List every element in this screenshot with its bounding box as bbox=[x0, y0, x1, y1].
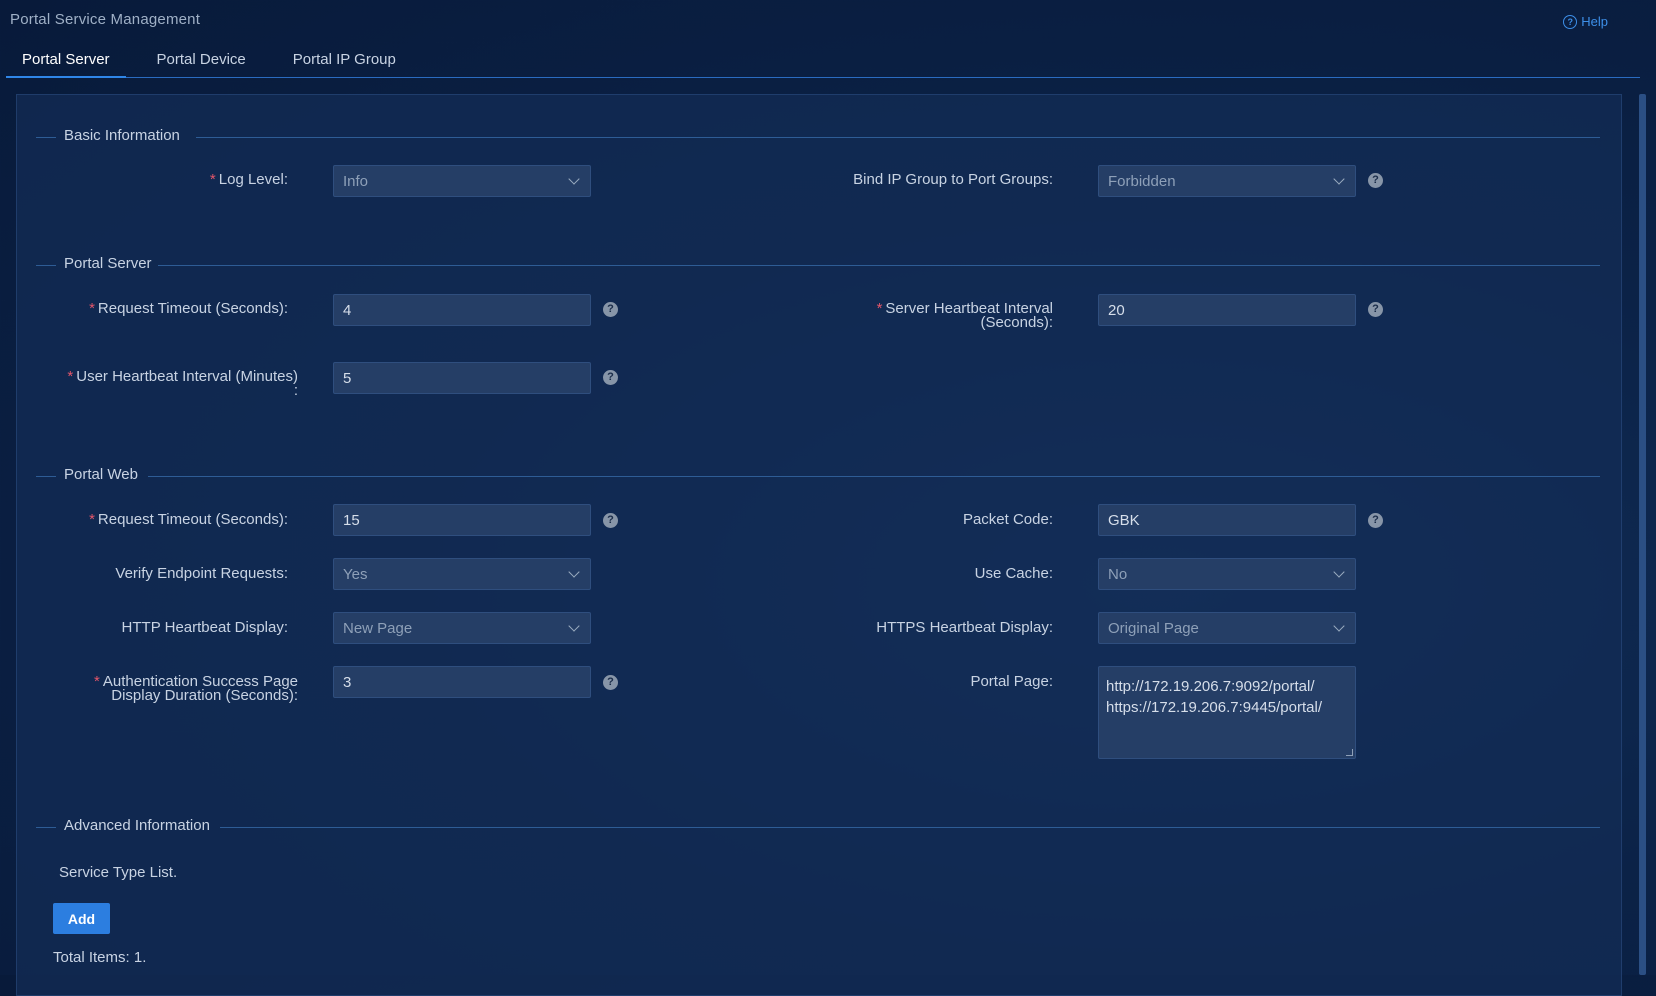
tab-portal-device[interactable]: Portal Device bbox=[141, 43, 262, 76]
help-circle-icon: ? bbox=[1563, 14, 1578, 29]
section-title: Portal Web bbox=[64, 466, 138, 483]
form-panel bbox=[16, 94, 1622, 996]
tab-bar: Portal Server Portal Device Portal IP Gr… bbox=[6, 43, 1640, 78]
chevron-down-icon bbox=[1333, 173, 1345, 185]
http-heartbeat-select[interactable]: New Page bbox=[333, 612, 591, 644]
web-request-timeout-label: * Request Timeout (Seconds): bbox=[89, 511, 288, 528]
help-tooltip-icon[interactable]: ? bbox=[1368, 513, 1383, 528]
server-heartbeat-input[interactable]: 20 bbox=[1098, 294, 1356, 326]
bind-ip-group-select[interactable]: Forbidden bbox=[1098, 165, 1356, 197]
server-request-timeout-input[interactable]: 4 bbox=[333, 294, 591, 326]
server-heartbeat-label: * Server Heartbeat Interval (Seconds): bbox=[876, 300, 1053, 331]
section-portal-server: Portal Server bbox=[36, 255, 1600, 275]
section-title: Basic Information bbox=[64, 127, 180, 144]
packet-code-label: Packet Code: bbox=[962, 511, 1053, 528]
web-request-timeout-input[interactable]: 15 bbox=[333, 504, 591, 536]
tab-portal-ip-group[interactable]: Portal IP Group bbox=[277, 43, 412, 76]
https-heartbeat-label: HTTPS Heartbeat Display: bbox=[876, 619, 1053, 636]
use-cache-label: Use Cache: bbox=[974, 565, 1053, 582]
section-portal-web: Portal Web bbox=[36, 466, 1600, 486]
section-title: Advanced Information bbox=[64, 817, 210, 834]
chevron-down-icon bbox=[1333, 620, 1345, 632]
help-tooltip-icon[interactable]: ? bbox=[1368, 173, 1383, 188]
log-level-label: * Log Level: bbox=[209, 171, 288, 188]
portal-page-textarea[interactable]: http://172.19.206.7:9092/portal/ https:/… bbox=[1098, 666, 1356, 759]
section-advanced-information: Advanced Information bbox=[36, 817, 1600, 837]
resize-handle-icon[interactable] bbox=[1346, 749, 1353, 756]
verify-endpoint-select[interactable]: Yes bbox=[333, 558, 591, 590]
help-tooltip-icon[interactable]: ? bbox=[1368, 302, 1383, 317]
user-heartbeat-input[interactable]: 5 bbox=[333, 362, 591, 394]
chevron-down-icon bbox=[568, 173, 580, 185]
portal-page-label: Portal Page: bbox=[970, 673, 1053, 690]
page-title: Portal Service Management bbox=[10, 11, 201, 28]
http-heartbeat-label: HTTP Heartbeat Display: bbox=[121, 619, 288, 636]
auth-success-duration-input[interactable]: 3 bbox=[333, 666, 591, 698]
tab-portal-server[interactable]: Portal Server bbox=[6, 43, 126, 78]
auth-success-duration-label: * Authentication Success Page Display Dura… bbox=[94, 673, 298, 704]
scrollbar[interactable] bbox=[1639, 94, 1646, 975]
chevron-down-icon bbox=[568, 566, 580, 578]
help-tooltip-icon[interactable]: ? bbox=[603, 302, 618, 317]
https-heartbeat-select[interactable]: Original Page bbox=[1098, 612, 1356, 644]
help-label: Help bbox=[1581, 14, 1608, 29]
section-title: Portal Server bbox=[64, 255, 152, 272]
bind-ip-group-label: Bind IP Group to Port Groups: bbox=[853, 171, 1053, 188]
help-tooltip-icon[interactable]: ? bbox=[603, 370, 618, 385]
service-type-list-label: Service Type List. bbox=[59, 864, 178, 881]
total-items-text: Total Items: 1. bbox=[53, 949, 147, 966]
user-heartbeat-label: * User Heartbeat Interval (Minutes): bbox=[67, 368, 298, 399]
help-link[interactable]: ? Help bbox=[1563, 14, 1608, 29]
chevron-down-icon bbox=[568, 620, 580, 632]
server-request-timeout-label: * Request Timeout (Seconds): bbox=[89, 300, 288, 317]
chevron-down-icon bbox=[1333, 566, 1345, 578]
packet-code-input[interactable]: GBK bbox=[1098, 504, 1356, 536]
help-tooltip-icon[interactable]: ? bbox=[603, 675, 618, 690]
section-basic-information: Basic Information bbox=[36, 127, 1600, 147]
add-button[interactable]: Add bbox=[53, 903, 110, 934]
use-cache-select[interactable]: No bbox=[1098, 558, 1356, 590]
verify-endpoint-label: Verify Endpoint Requests: bbox=[115, 565, 288, 582]
log-level-select[interactable]: Info bbox=[333, 165, 591, 197]
help-tooltip-icon[interactable]: ? bbox=[603, 513, 618, 528]
